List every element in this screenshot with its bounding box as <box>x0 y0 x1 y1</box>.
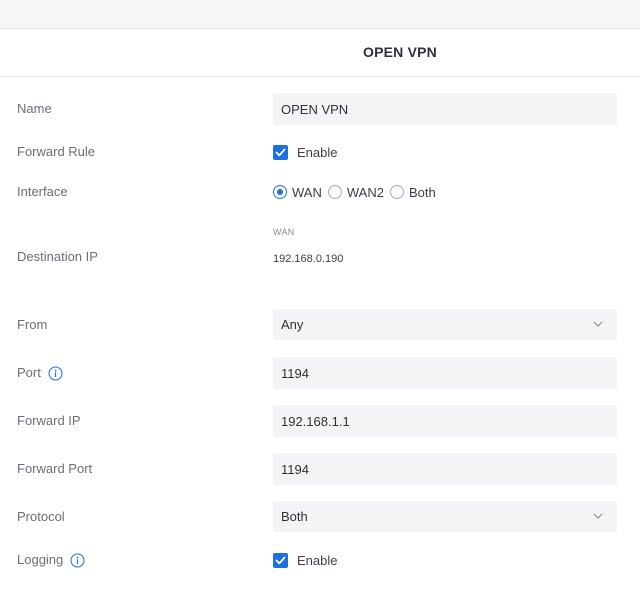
from-select-value: Any <box>281 317 304 332</box>
radio-wan2-label: WAN2 <box>346 184 384 200</box>
check-icon <box>275 556 286 564</box>
forward-ip-input[interactable] <box>273 405 617 437</box>
interface-option-wan[interactable]: WAN <box>273 185 322 200</box>
radio-both-label: Both <box>408 184 436 200</box>
forward-rule-checkbox-row[interactable]: Enable <box>273 143 337 161</box>
name-field-container <box>273 93 617 125</box>
check-icon <box>275 148 286 156</box>
interface-label: Interface <box>17 184 68 199</box>
forward-ip-field-container <box>273 405 617 437</box>
radio-wan-label: WAN <box>292 184 322 200</box>
logging-label: Logging <box>17 551 85 569</box>
logging-enable-label: Enable <box>297 552 338 568</box>
info-icon[interactable] <box>48 366 63 381</box>
forward-ip-label: Forward IP <box>17 413 81 428</box>
name-input[interactable] <box>273 93 617 125</box>
port-label: Port <box>17 364 63 382</box>
forward-rule-checkbox[interactable] <box>273 144 288 160</box>
top-bar <box>0 0 640 29</box>
logging-checkbox[interactable] <box>273 552 288 568</box>
from-select[interactable]: Any <box>273 309 617 340</box>
name-label: Name <box>17 101 52 116</box>
protocol-label: Protocol <box>17 509 65 524</box>
radio-wan2[interactable] <box>327 185 342 199</box>
chevron-down-icon <box>593 513 603 519</box>
protocol-select[interactable]: Both <box>273 501 617 532</box>
logging-checkbox-row[interactable]: Enable <box>273 551 337 569</box>
protocol-select-value: Both <box>281 509 308 524</box>
chevron-down-icon <box>593 321 603 327</box>
forward-port-input[interactable] <box>273 453 617 485</box>
radio-wan[interactable] <box>273 185 287 199</box>
destination-ip-value: 192.168.0.190 <box>273 253 344 265</box>
port-label-text: Port <box>17 365 41 380</box>
page-title: OPEN VPN <box>363 44 437 60</box>
port-field-container <box>273 357 617 389</box>
destination-ip-caption: WAN <box>273 227 295 237</box>
logging-label-text: Logging <box>17 552 64 567</box>
page-header: OPEN VPN <box>0 29 640 77</box>
info-icon[interactable] <box>70 553 85 568</box>
interface-radio-group: WAN WAN2 Both <box>273 183 442 201</box>
forward-rule-enable-label: Enable <box>297 144 338 160</box>
interface-option-both[interactable]: Both <box>389 184 436 200</box>
radio-both[interactable] <box>389 185 404 199</box>
interface-option-wan2[interactable]: WAN2 <box>327 184 384 200</box>
destination-ip-label: Destination IP <box>17 249 98 264</box>
forward-port-field-container <box>273 453 617 485</box>
port-input[interactable] <box>273 357 617 389</box>
forward-rule-label: Forward Rule <box>17 144 96 159</box>
forward-port-label: Forward Port <box>17 461 93 476</box>
from-label: From <box>17 317 48 332</box>
